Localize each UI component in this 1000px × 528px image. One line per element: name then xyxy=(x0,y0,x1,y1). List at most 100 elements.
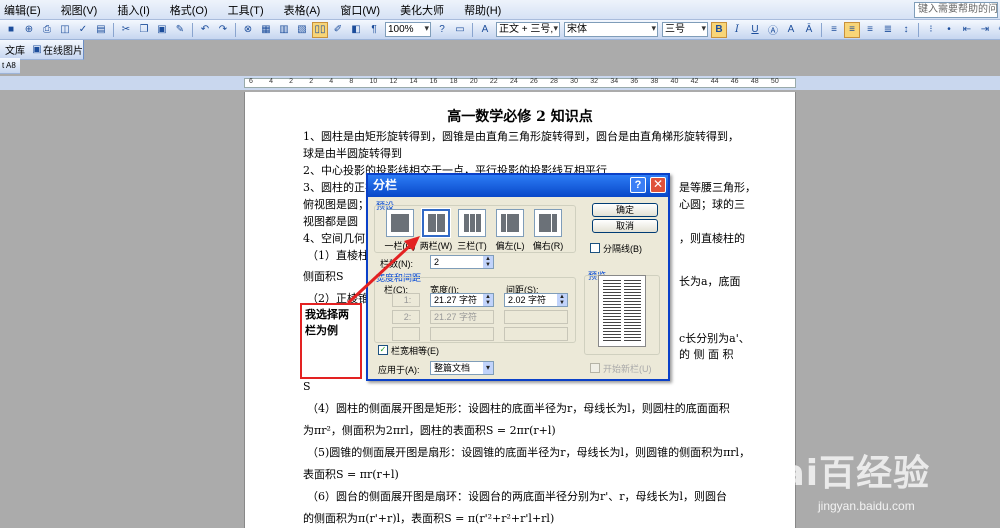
align-right-icon[interactable]: ≡ xyxy=(862,22,878,38)
col-1-width-input[interactable]: 21.27 字符 ▲ ▼ xyxy=(430,293,494,307)
zoom-select[interactable]: 100% xyxy=(385,22,431,37)
format-painter-icon[interactable]: ✎ xyxy=(172,22,188,38)
ruler-tick-label: 40 xyxy=(670,78,679,85)
toolbar-separator xyxy=(113,22,114,37)
bold-button[interactable]: B xyxy=(711,21,727,38)
doc-line: （5)圆锥的侧面展开图是扇形：设圆锥的底面半径为r，母线长为l，则圆锥的侧面积为… xyxy=(307,446,743,459)
drawing-icon[interactable]: ✐ xyxy=(330,22,346,38)
decrease-indent-icon[interactable]: ⇤ xyxy=(959,22,975,38)
increase-indent-icon[interactable]: ⇥ xyxy=(977,22,993,38)
spelling-icon[interactable]: ✓ xyxy=(75,22,91,38)
preset-two-columns[interactable] xyxy=(421,208,451,238)
num-cols-spinner[interactable]: ▲ ▼ xyxy=(483,256,493,268)
hyperlink-icon[interactable]: ⊗ xyxy=(240,22,256,38)
show-hide-icon[interactable]: ¶ xyxy=(366,22,382,38)
menu-help[interactable]: 帮助(H) xyxy=(454,2,511,18)
paste-icon[interactable]: ▣ xyxy=(154,22,170,38)
menu-window[interactable]: 窗口(W) xyxy=(330,2,390,18)
char-border-icon[interactable]: Ⓐ xyxy=(765,22,781,38)
font-size-select[interactable]: 三号 xyxy=(662,22,708,37)
ruler-tick-label: 2 xyxy=(309,78,314,85)
menu-insert[interactable]: 插入(I) xyxy=(107,2,159,18)
numbering-icon[interactable]: ⁝ xyxy=(923,22,939,38)
menu-tools[interactable]: 工具(T) xyxy=(218,2,274,18)
preset-left[interactable] xyxy=(496,209,524,237)
undo-icon[interactable]: ↶ xyxy=(197,22,213,38)
dialog-titlebar[interactable]: 分栏 ? ✕ xyxy=(368,175,668,197)
bullets-icon[interactable]: • xyxy=(941,22,957,38)
ruler-tick-label: 42 xyxy=(690,78,699,85)
menu-beautify[interactable]: 美化大师 xyxy=(390,2,454,18)
char-scale-icon[interactable]: Ā xyxy=(801,22,817,38)
tables-borders-icon[interactable]: ▦ xyxy=(258,22,274,38)
research-icon[interactable]: ▤ xyxy=(93,22,109,38)
preset-one-column[interactable] xyxy=(386,209,414,237)
print-icon[interactable]: ⎙ xyxy=(39,22,55,38)
menu-table[interactable]: 表格(A) xyxy=(274,2,331,18)
columns-icon[interactable]: ▯▯ xyxy=(312,21,328,38)
preset-right[interactable] xyxy=(534,209,562,237)
apply-to-select[interactable]: 整篇文档 ▾ xyxy=(430,361,494,375)
columns-dialog[interactable]: 分栏 ? ✕ 预设 一栏(O) 两栏(W) 三栏(T) 偏左(L) 偏右(R) … xyxy=(366,173,670,381)
help-search-input[interactable]: 键入需要帮助的问题 xyxy=(914,2,998,18)
equal-width-checkbox[interactable]: ✓ xyxy=(378,345,388,355)
equal-width-label: 栏宽相等(E) xyxy=(391,346,439,356)
baidu-watermark-logo: Bai百经验 xyxy=(752,453,931,494)
column-bar xyxy=(539,214,551,232)
align-center-icon[interactable]: ≡ xyxy=(844,21,860,38)
reading-icon[interactable]: ▭ xyxy=(452,22,468,38)
italic-button[interactable]: I xyxy=(729,22,745,38)
help-icon[interactable]: ? xyxy=(434,22,450,38)
permission-icon[interactable]: ⊕ xyxy=(21,22,37,38)
ruler-tick-label: 46 xyxy=(730,78,739,85)
col-1-width-value: 21.27 字符 xyxy=(434,295,478,305)
font-select[interactable]: 宋体 xyxy=(564,22,658,37)
document-map-icon[interactable]: ◧ xyxy=(348,22,364,38)
divider-label: 分隔线(B) xyxy=(603,244,642,254)
apply-to-label: 应用于(A): xyxy=(378,365,420,375)
insert-table-icon[interactable]: ▥ xyxy=(276,22,292,38)
insert-excel-icon[interactable]: ▧ xyxy=(294,22,310,38)
col-1-spacing-input[interactable]: 2.02 字符 ▲ ▼ xyxy=(504,293,568,307)
col-1-width-spinner[interactable]: ▲ ▼ xyxy=(483,294,493,306)
ruler-tick-label: 12 xyxy=(389,78,398,85)
print-preview-icon[interactable]: ◫ xyxy=(57,22,73,38)
menu-view[interactable]: 视图(V) xyxy=(51,2,108,18)
menu-format[interactable]: 格式(O) xyxy=(160,2,218,18)
col-3-spacing-input xyxy=(504,327,568,341)
menu-edit[interactable]: 编辑(E) xyxy=(0,2,51,18)
char-shading-icon[interactable]: A xyxy=(783,22,799,38)
ruler-tick-label: 36 xyxy=(630,78,639,85)
styles-icon[interactable]: A xyxy=(477,22,493,38)
style-select[interactable]: 正文 + 三号, xyxy=(496,22,560,37)
redo-icon[interactable]: ↷ xyxy=(215,22,231,38)
horizontal-ruler[interactable]: 6 4 2 2 4 8 10 12 14 16 18 20 22 24 26 28 30 32 34 36 38 40 42… xyxy=(0,76,1000,90)
standard-toolbar: ■ ⊕ ⎙ ◫ ✓ ▤ ✂ ❐ ▣ ✎ ↶ ↷ ⊗ ▦ ▥ ▧ ▯▯ ✐ ◧ ¶… xyxy=(0,20,1000,40)
ok-button[interactable]: 确定 xyxy=(592,203,658,217)
extra-toolbar-button[interactable]: t A8 xyxy=(2,58,16,74)
col-1-spacing-spinner[interactable]: ▲ ▼ xyxy=(557,294,567,306)
cancel-button[interactable]: 取消 xyxy=(592,219,658,233)
align-justify-icon[interactable]: ≡ xyxy=(826,22,842,38)
line-spacing-icon[interactable]: ↕ xyxy=(898,22,914,38)
dialog-close-button[interactable]: ✕ xyxy=(650,177,666,193)
dialog-help-button[interactable]: ? xyxy=(630,177,646,193)
ruler-tick-label: 6 xyxy=(249,78,253,85)
col-3-index xyxy=(392,327,420,341)
highlight-icon[interactable]: ✏ xyxy=(995,22,1000,38)
ruler-tick-label: 28 xyxy=(550,78,558,85)
col-2-index: 2: xyxy=(392,310,420,324)
online-picture-button[interactable]: ▣ 在线图片 xyxy=(28,42,86,58)
new-column-checkbox xyxy=(590,363,600,373)
doc-fragment: 心圆；球的三 xyxy=(679,198,745,211)
distributed-icon[interactable]: ≣ xyxy=(880,22,896,38)
underline-button[interactable]: U xyxy=(747,22,763,38)
divider-checkbox[interactable] xyxy=(590,243,600,253)
preset-three-columns[interactable] xyxy=(458,209,486,237)
library-button[interactable]: 文库 xyxy=(2,42,28,58)
num-cols-input[interactable]: 2 ▲ ▼ xyxy=(430,255,494,269)
save-icon[interactable]: ■ xyxy=(3,22,19,38)
chevron-down-icon[interactable]: ▾ xyxy=(483,362,493,374)
copy-icon[interactable]: ❐ xyxy=(136,22,152,38)
cut-icon[interactable]: ✂ xyxy=(118,22,134,38)
